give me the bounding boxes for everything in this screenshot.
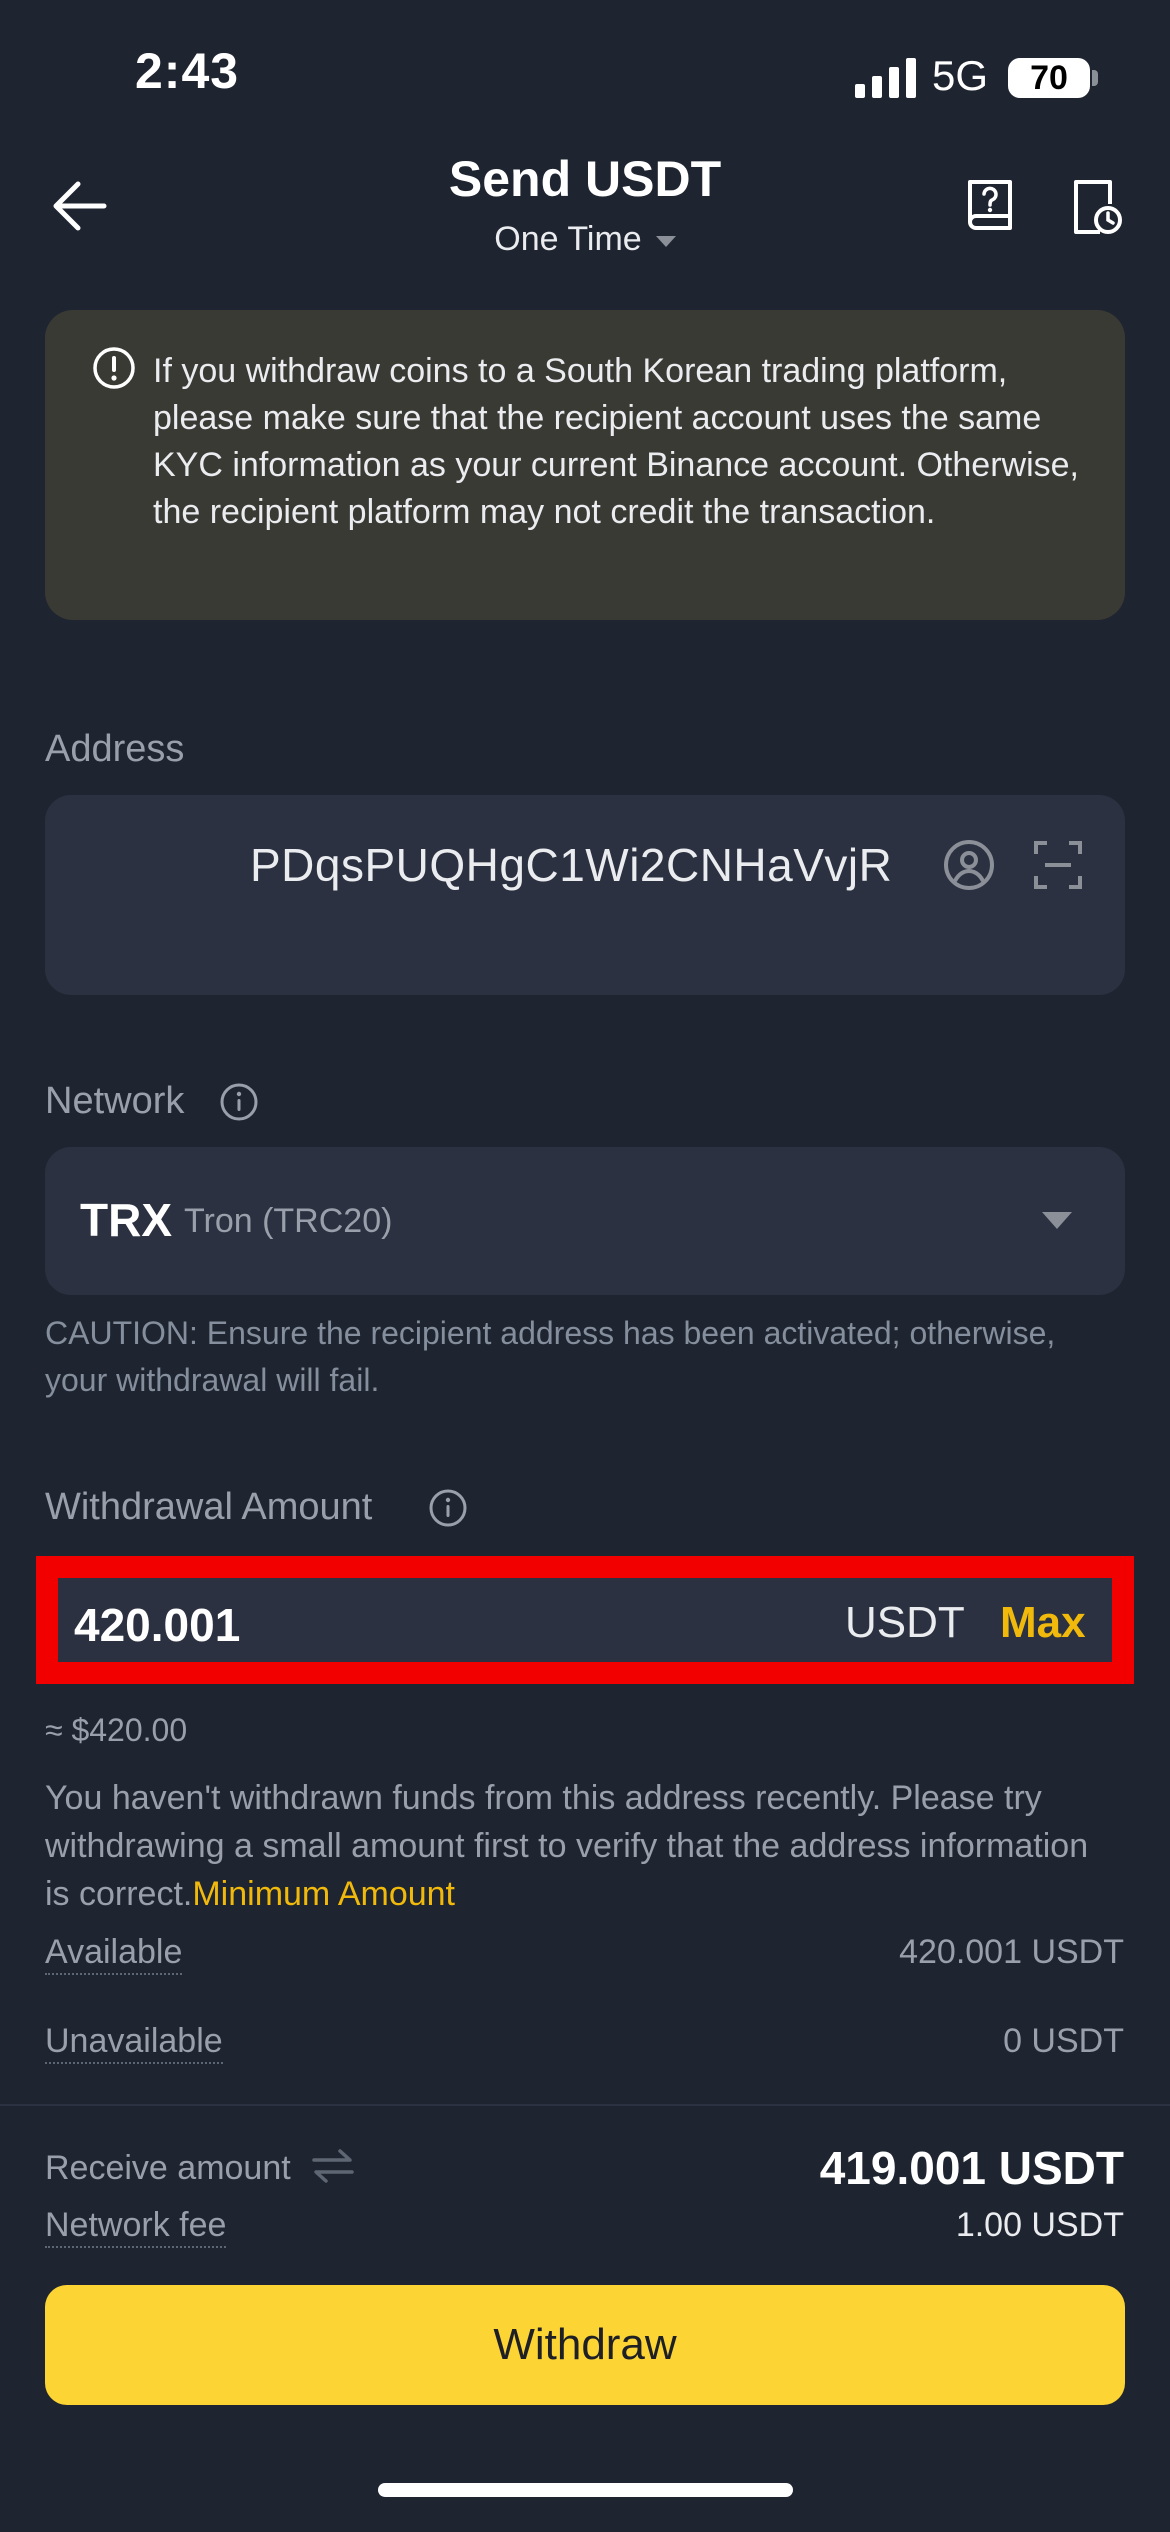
network-fee-value: 1.00 USDT — [955, 2206, 1124, 2244]
receive-amount-label: Receive amount — [45, 2149, 291, 2187]
amount-unit: USDT — [845, 1598, 965, 1647]
dropdown-caret-icon[interactable] — [1042, 1212, 1072, 1229]
address-input[interactable]: PDqsPUQHgC1Wi2CNHaVvjR — [250, 838, 892, 892]
alert-icon — [93, 347, 135, 389]
network-type: 5G — [932, 52, 989, 99]
amount-usd-approx: ≈ $420.00 — [45, 1712, 188, 1748]
warning-text: If you withdraw coins to a South Korean … — [153, 352, 1079, 531]
home-indicator[interactable] — [378, 2483, 793, 2497]
network-name: Tron (TRC20) — [184, 1202, 393, 1240]
chevron-down-icon — [655, 235, 676, 247]
minimum-amount-link[interactable]: Minimum Amount — [192, 1875, 455, 1913]
battery-icon: 70 — [1008, 58, 1090, 98]
battery-tip — [1092, 70, 1098, 86]
unavailable-label[interactable]: Unavailable — [45, 2022, 223, 2064]
history-icon[interactable] — [1070, 178, 1122, 236]
address-field[interactable] — [45, 795, 1125, 995]
network-fee-label[interactable]: Network fee — [45, 2206, 227, 2248]
max-button[interactable]: Max — [1000, 1598, 1086, 1648]
receive-amount-value: 419.001 USDT — [819, 2142, 1124, 2194]
amount-label: Withdrawal Amount — [45, 1486, 373, 1528]
withdraw-button[interactable]: Withdraw — [45, 2285, 1125, 2405]
amount-input[interactable]: 420.001 — [74, 1598, 240, 1652]
divider — [0, 2104, 1170, 2106]
address-label: Address — [45, 728, 185, 770]
swap-arrows-icon[interactable] — [312, 2148, 354, 2184]
available-label[interactable]: Available — [45, 1933, 183, 1975]
amount-info-icon[interactable] — [428, 1488, 468, 1528]
frequency-label: One Time — [494, 220, 642, 258]
scan-qr-icon[interactable] — [1033, 840, 1083, 890]
signal-icon — [855, 58, 916, 98]
network-info-icon[interactable] — [219, 1082, 259, 1122]
address-book-icon[interactable] — [942, 838, 996, 892]
network-caution: CAUTION: Ensure the recipient address ha… — [45, 1315, 1056, 1398]
first-withdrawal-note: You haven't withdrawn funds from this ad… — [45, 1774, 1120, 1918]
network-symbol: TRX — [80, 1194, 172, 1246]
unavailable-value: 0 USDT — [1003, 2022, 1124, 2060]
status-time: 2:43 — [135, 43, 240, 99]
network-label: Network — [45, 1080, 185, 1122]
available-value: 420.001 USDT — [899, 1933, 1124, 1971]
help-guide-icon[interactable] — [964, 178, 1016, 236]
